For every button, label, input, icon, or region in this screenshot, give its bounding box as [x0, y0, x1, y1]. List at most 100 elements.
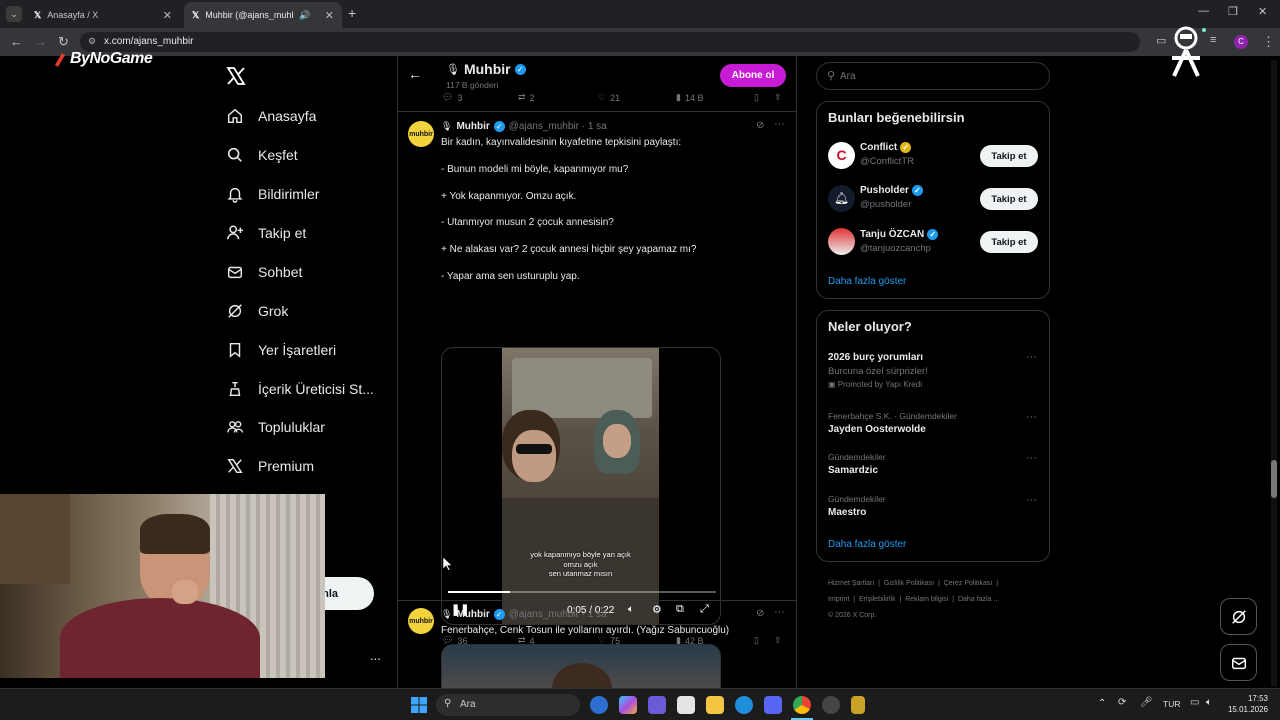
reply-button[interactable]: 💬︎ 3 [442, 92, 462, 103]
profile-avatar[interactable]: C [1234, 35, 1248, 49]
suggestion-name[interactable]: Pusholder ✓ [860, 185, 923, 196]
teams-icon[interactable] [648, 696, 666, 714]
retweet-button[interactable]: ⇄ 2 [518, 92, 535, 103]
tray-app-icon[interactable]: ⟳ [1118, 697, 1126, 708]
menu-icon[interactable]: ⋮ [1262, 34, 1275, 50]
new-tab-button[interactable]: + [348, 5, 356, 21]
views-button[interactable]: ▮ 14 B [676, 92, 703, 103]
avatar[interactable]: 🔔︎ [828, 185, 855, 212]
app-icon[interactable] [822, 696, 840, 714]
more-icon[interactable]: ··· [1026, 351, 1037, 363]
close-icon[interactable]: ✕ [325, 9, 334, 22]
grok-icon[interactable]: ⊘ [756, 608, 764, 619]
author-name[interactable]: Muhbir [456, 609, 489, 620]
nav-item-messages[interactable]: Sohbet [226, 258, 302, 286]
footer-link[interactable]: Daha fazla ... [958, 596, 999, 603]
more-icon[interactable]: ··· [1026, 411, 1037, 423]
footer-link[interactable]: Imprint [828, 596, 849, 603]
nav-item-bookmarks[interactable]: Yer İşaretleri [226, 336, 336, 364]
close-window-button[interactable]: ✕ [1258, 5, 1267, 18]
chrome-icon[interactable] [793, 696, 811, 714]
nav-item-premium[interactable]: Premium [226, 452, 314, 480]
like-button[interactable]: ♡ 21 [598, 92, 620, 103]
more-icon[interactable]: ··· [1026, 494, 1037, 506]
author-handle-time[interactable]: @ajans_muhbir · 1 sa [509, 121, 607, 132]
share-icon[interactable]: ⇪ [774, 92, 782, 103]
nav-item-grok[interactable]: Grok [226, 297, 288, 325]
messages-floating-button[interactable] [1220, 644, 1257, 681]
windows-start-icon[interactable] [411, 697, 427, 713]
app-icon[interactable] [851, 696, 865, 714]
address-bar[interactable]: ⚙ x.com/ajans_muhbir [80, 32, 1140, 52]
task-view-icon[interactable] [590, 696, 608, 714]
store-icon[interactable] [677, 696, 695, 714]
avatar[interactable]: C [828, 142, 855, 169]
nav-item-explore[interactable]: Keşfet [226, 141, 298, 169]
minimize-button[interactable]: — [1198, 5, 1209, 17]
subscribe-button[interactable]: Abone ol [720, 64, 786, 87]
trend-item[interactable]: Gündemdekiler Samardzic [828, 452, 1028, 476]
clock[interactable]: 17:53 15.01.2026 [1222, 693, 1268, 715]
copilot-icon[interactable] [619, 696, 637, 714]
speaker-icon[interactable]: 🔊 [299, 10, 310, 21]
trend-item[interactable]: 2026 burç yorumları Burcuna özel sürpriz… [828, 352, 1028, 389]
video-player[interactable]: yok kapanmıyo böyle yan açık omzu açık s… [441, 347, 721, 625]
tab-search-button[interactable]: ⌄ [6, 6, 22, 22]
grok-floating-button[interactable] [1220, 598, 1257, 635]
tab-anasayfa[interactable]: 𝕏 Anasayfa / X ✕ [26, 2, 180, 28]
author-handle-time[interactable]: @ajans_muhbir · 1 sa [509, 609, 607, 620]
footer-link[interactable]: Reklam bilgisi [905, 596, 948, 603]
more-icon[interactable]: ··· [1026, 452, 1037, 464]
follow-button[interactable]: Takip et [980, 188, 1038, 210]
back-arrow-icon[interactable]: ← [408, 66, 422, 82]
footer-link[interactable]: Çerez Politikası [944, 580, 993, 587]
follow-button[interactable]: Takip et [980, 145, 1038, 167]
more-icon[interactable]: ··· [774, 118, 785, 130]
avatar[interactable]: muhbir [408, 121, 434, 147]
discord-icon[interactable] [764, 696, 782, 714]
scrollbar-thumb[interactable] [1271, 460, 1277, 498]
search-input[interactable]: ⚲ Ara [816, 62, 1050, 90]
page-scrollbar[interactable] [1271, 60, 1277, 686]
tweet[interactable]: muhbir 🎙 Muhbir ✓ @ajans_muhbir · 1 sa ⊘… [398, 601, 796, 688]
nav-item-creator-studio[interactable]: İçerik Üreticisi St... [226, 375, 374, 403]
author-name[interactable]: Muhbir [456, 121, 489, 132]
footer-link[interactable]: Erişilebilirlik [859, 596, 896, 603]
network-icon[interactable]: ▭ [1190, 697, 1199, 708]
tweet-image[interactable] [441, 644, 721, 688]
suggestion-name[interactable]: Tanju ÖZCAN ✓ [860, 229, 939, 240]
footer-link[interactable]: Hizmet Şartları [828, 580, 874, 587]
avatar[interactable]: muhbir [408, 608, 434, 634]
forward-icon[interactable]: → [34, 34, 47, 49]
suggestion-name[interactable]: Conflict ✓ [860, 142, 912, 153]
avatar[interactable] [828, 228, 855, 255]
tweet[interactable]: muhbir 🎙 Muhbir ✓ @ajans_muhbir · 1 sa ⊘… [398, 112, 796, 646]
more-icon[interactable]: ··· [774, 606, 785, 618]
bookmark-icon[interactable]: ▯ [754, 92, 759, 103]
file-explorer-icon[interactable] [706, 696, 724, 714]
microphone-icon[interactable]: 🎤︎ [1140, 697, 1153, 708]
restore-button[interactable]: ❐ [1228, 5, 1238, 18]
x-home-logo[interactable] [226, 66, 246, 91]
follow-button[interactable]: Takip et [980, 231, 1038, 253]
media-icon[interactable]: ≡ [1210, 34, 1216, 46]
reload-icon[interactable]: ↻ [58, 34, 69, 50]
cast-icon[interactable]: ▭ [1156, 34, 1166, 47]
trend-item[interactable]: Gündemdekiler Maestro [828, 494, 1028, 518]
close-icon[interactable]: ✕ [163, 9, 172, 22]
tab-muhbir[interactable]: 𝕏 Muhbir (@ajans_muhbir 🔊 ✕ [184, 2, 342, 28]
show-more-link[interactable]: Daha fazla göster [828, 539, 906, 550]
grok-icon[interactable]: ⊘ [756, 120, 764, 131]
show-more-link[interactable]: Daha fazla göster [828, 276, 906, 287]
nav-item-communities[interactable]: Topluluklar [226, 413, 325, 441]
nav-item-notifications[interactable]: Bildirimler [226, 180, 319, 208]
volume-icon[interactable]: 🔈︎ [1206, 697, 1212, 708]
footer-link[interactable]: Gizlilik Politikası [884, 580, 934, 587]
video-progress-bar[interactable] [448, 591, 716, 593]
site-info-icon[interactable]: ⚙ [88, 36, 96, 47]
account-more-icon[interactable]: ... [370, 648, 381, 663]
taskbar-search[interactable]: ⚲ Ara [436, 694, 580, 716]
language-indicator[interactable]: TUR [1163, 699, 1180, 709]
edge-icon[interactable] [735, 696, 753, 714]
nav-item-home[interactable]: Anasayfa [226, 102, 316, 130]
